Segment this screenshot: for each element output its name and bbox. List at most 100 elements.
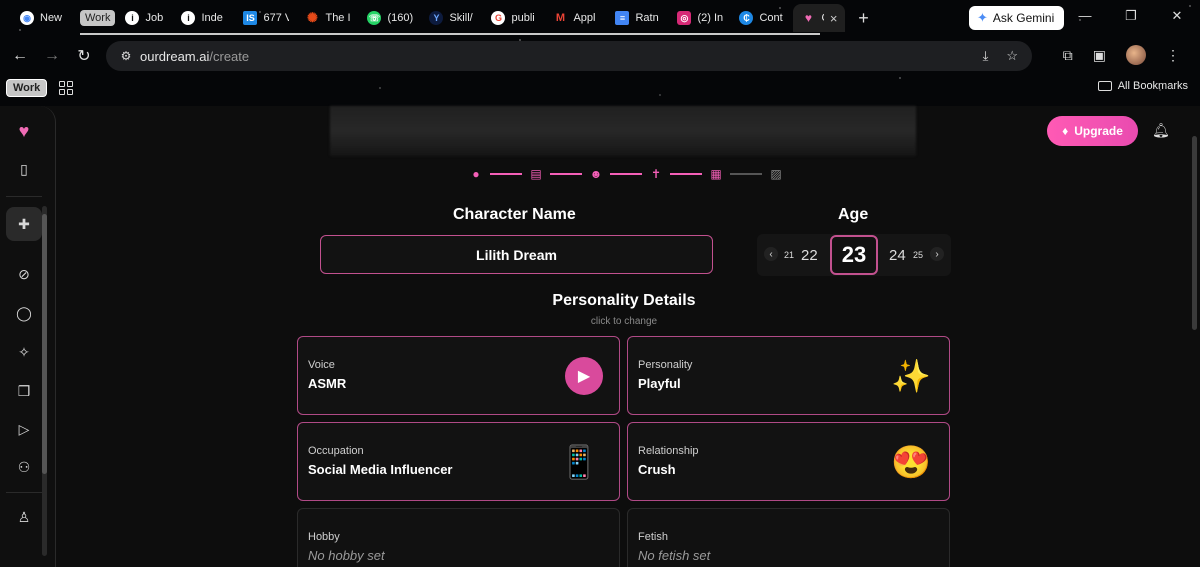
reload-icon[interactable]: ↻ xyxy=(68,46,100,66)
play-icon[interactable]: ▶ xyxy=(565,357,603,395)
step-body-icon[interactable]: ✝ xyxy=(646,164,666,184)
step-connector xyxy=(610,173,642,175)
occupation-card[interactable]: Occupation Social Media Influencer 📱 xyxy=(297,422,620,501)
personality-details-hint: click to change xyxy=(590,316,658,327)
url-host: ourdream.ai xyxy=(140,48,210,64)
age-option[interactable]: 25 xyxy=(913,234,923,276)
close-tab-icon[interactable]: × xyxy=(830,11,838,26)
browser-chrome: ◉ New Work i Job S i Inde IS 677 V ✺ The… xyxy=(0,0,1200,106)
characters-icon[interactable]: ⚇ xyxy=(6,450,42,484)
gmail-icon: M xyxy=(555,12,566,24)
card-value: ASMR xyxy=(308,376,347,391)
step-connector xyxy=(730,173,762,175)
address-bar[interactable]: ⚙ ourdream.ai/create ⤓ ☆ xyxy=(106,41,1032,71)
sidebar: ♥ ▯ ✚ ⊘ ◯ ✧ ❒ ▷ ⚇ ♙ xyxy=(0,106,56,567)
gallery-icon[interactable]: ❒ xyxy=(6,374,42,408)
age-selected[interactable]: 23 xyxy=(830,235,878,275)
minimize-icon[interactable]: — xyxy=(1062,8,1108,24)
tab-group-chip[interactable]: Work xyxy=(80,10,116,26)
relationship-card[interactable]: Relationship Crush 😍 xyxy=(627,422,950,501)
tab-indeed[interactable]: i Inde xyxy=(173,4,235,32)
back-icon[interactable]: ← xyxy=(4,47,36,65)
tab-677[interactable]: IS 677 V xyxy=(235,4,297,32)
profile-avatar[interactable] xyxy=(1126,45,1146,65)
url-text[interactable]: ourdream.ai/create xyxy=(140,49,249,64)
tab-the[interactable]: ✺ The I xyxy=(297,4,359,32)
phone-icon: 📱 xyxy=(559,444,599,480)
bookmark-star-icon[interactable]: ☆ xyxy=(1006,48,1018,64)
character-name-input[interactable] xyxy=(320,235,713,274)
toggle-sidebar-icon[interactable]: ▯ xyxy=(6,152,42,186)
tab-skill[interactable]: Y Skill/ xyxy=(421,4,483,32)
install-app-icon[interactable]: ⤓ xyxy=(983,48,989,64)
personality-card[interactable]: Personality Playful ✨ xyxy=(627,336,950,415)
tab-new[interactable]: ◉ New xyxy=(12,4,80,32)
heart-icon: ♥ xyxy=(804,11,813,25)
tab-whatsapp[interactable]: ☏ (160) xyxy=(359,4,421,32)
step-smiley-icon[interactable]: ☻ xyxy=(586,164,606,184)
card-label: Hobby xyxy=(308,531,340,543)
step-connector xyxy=(670,173,702,175)
y-icon: Y xyxy=(429,11,444,25)
asterisk-icon: ✺ xyxy=(307,10,318,25)
window-controls: — ❐ ✕ xyxy=(1062,8,1200,24)
ask-gemini-label: Ask Gemini xyxy=(992,11,1055,25)
folder-icon xyxy=(1097,81,1112,91)
site-settings-icon[interactable]: ⚙ xyxy=(112,49,140,63)
app-area: ♥ ▯ ✚ ⊘ ◯ ✧ ❒ ▷ ⚇ ♙ ♦ Upgrade 🔔︎ ● ▤ ☻ ✝… xyxy=(0,106,1200,567)
tab-label: 677 V xyxy=(263,12,290,24)
card-label: Occupation xyxy=(308,445,364,457)
sidebar-scrollbar[interactable] xyxy=(42,206,47,556)
profile-icon[interactable]: ♙ xyxy=(6,500,42,534)
close-window-icon[interactable]: ✕ xyxy=(1154,8,1200,24)
tab-gmail[interactable]: M Appl xyxy=(545,4,607,32)
tab-cont[interactable]: ₵ Cont xyxy=(731,4,793,32)
all-bookmarks-button[interactable]: All Bookmarks xyxy=(1097,80,1188,92)
step-id-card-icon[interactable]: ▤ xyxy=(526,164,546,184)
tab-google[interactable]: G publi xyxy=(483,4,545,32)
bookmarks-group-work[interactable]: Work xyxy=(6,79,48,97)
cast-icon[interactable]: ▣ xyxy=(1093,47,1106,64)
ask-gemini-button[interactable]: ✦ Ask Gemini xyxy=(969,6,1064,30)
tab-label: publi xyxy=(511,12,535,24)
hobby-card[interactable]: Hobby No hobby set xyxy=(297,508,620,567)
upgrade-button[interactable]: ♦ Upgrade xyxy=(1047,116,1138,146)
tab-ourdream-active[interactable]: ♥ O × xyxy=(793,4,846,32)
step-document-icon[interactable]: ▦ xyxy=(706,164,726,184)
personality-details-title: Personality Details xyxy=(552,292,696,309)
tab-label: (160) xyxy=(387,12,414,24)
tab-label: O xyxy=(821,12,823,24)
extensions-icon[interactable]: ⧉ xyxy=(1063,47,1073,64)
instagram-icon: ◎ xyxy=(677,11,692,25)
age-option[interactable]: 21 xyxy=(784,234,794,276)
card-value: Social Media Influencer xyxy=(308,462,453,477)
explore-compass-icon[interactable]: ⊘ xyxy=(6,257,42,291)
notifications-bell-icon[interactable]: 🔔︎ xyxy=(1152,122,1170,139)
chevron-right-icon[interactable]: › xyxy=(930,247,944,261)
new-tab-button[interactable]: + xyxy=(849,4,877,32)
age-option[interactable]: 22 xyxy=(801,234,818,276)
voice-card[interactable]: Voice ASMR ▶ xyxy=(297,336,620,415)
docs-icon: ≡ xyxy=(615,11,630,25)
fetish-card[interactable]: Fetish No fetish set xyxy=(627,508,950,567)
menu-kebab-icon[interactable]: ⋮ xyxy=(1166,47,1180,64)
sparkle-generate-icon[interactable]: ✧ xyxy=(6,335,42,369)
google-icon: G xyxy=(491,11,506,25)
step-connector xyxy=(490,173,522,175)
step-image-icon[interactable]: ▨ xyxy=(766,164,786,184)
tab-instagram[interactable]: ◎ (2) In xyxy=(669,4,731,32)
age-picker: ‹ 21 22 23 24 25 › xyxy=(757,234,951,276)
forward-icon[interactable]: → xyxy=(36,47,68,65)
create-icon[interactable]: ✚ xyxy=(6,207,42,241)
tab-docs[interactable]: ≡ Ratn xyxy=(607,4,669,32)
restore-icon[interactable]: ❐ xyxy=(1108,8,1154,24)
logo-heart-icon[interactable]: ♥ xyxy=(6,114,42,148)
chevron-left-icon[interactable]: ‹ xyxy=(764,247,778,261)
age-option[interactable]: 24 xyxy=(889,234,906,276)
card-label: Voice xyxy=(308,359,335,371)
apps-grid-icon[interactable] xyxy=(59,81,74,95)
browser-toolbar: ← → ↻ ⚙ ourdream.ai/create ⤓ ☆ ⧉ ▣ ⋮ xyxy=(0,39,1200,73)
tab-job[interactable]: i Job S xyxy=(117,4,173,32)
step-person-icon[interactable]: ● xyxy=(466,164,486,184)
video-icon[interactable]: ▷ xyxy=(6,412,42,446)
